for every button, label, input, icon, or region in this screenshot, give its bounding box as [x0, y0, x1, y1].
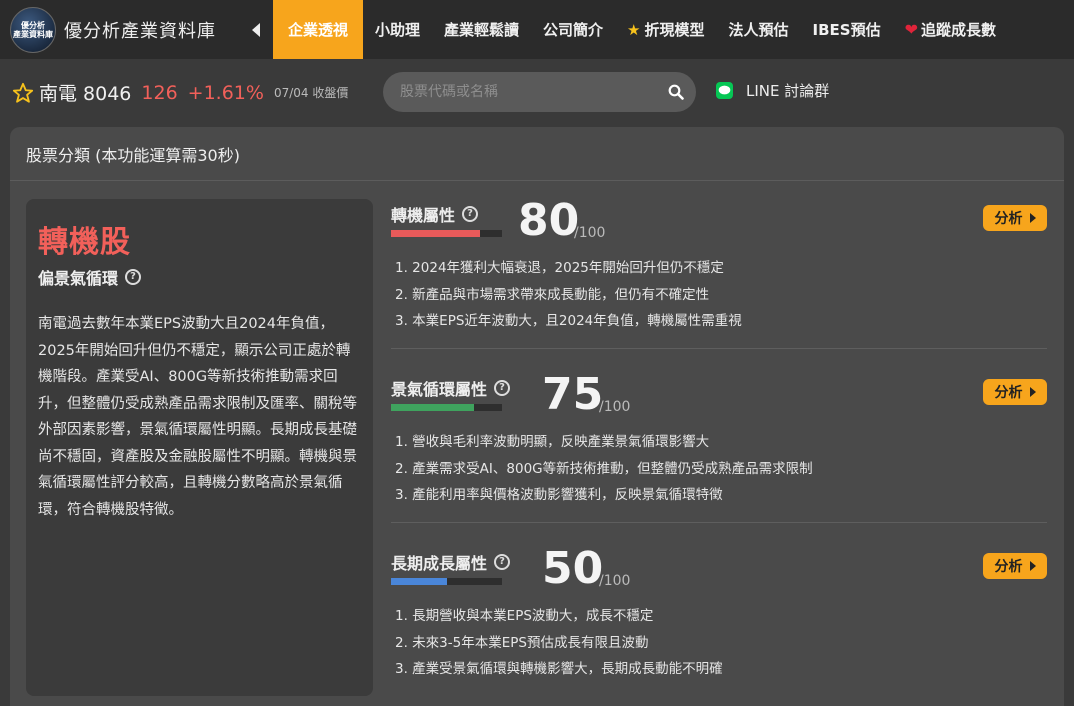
tab-dcf-model[interactable]: ★ 折現模型 — [615, 0, 716, 59]
list-item: 1. 長期營收與本業EPS波動大，成長不穩定 — [395, 608, 654, 624]
tab-label: IBES預估 — [812, 21, 881, 39]
metric-long-term-growth: 長期成長屬性? 50 /100 分析 1. 長期營收與本業EPS波動大，成長不穩… — [391, 547, 1047, 683]
star-icon: ★ — [627, 20, 641, 39]
help-icon[interactable]: ? — [494, 380, 511, 396]
tab-institutional-forecast[interactable]: 法人預估 — [717, 0, 801, 59]
panel-title: 股票分類 (本功能運算需30秒) — [10, 127, 1064, 181]
stock-header: 南電 8046 126 +1.61% 07/04 收盤價 LINE 討論群 — [0, 59, 1074, 126]
help-icon[interactable]: ? — [462, 206, 479, 222]
search-box — [383, 72, 696, 112]
analyze-label: 分析 — [994, 385, 1023, 401]
brand-name[interactable]: 優分析產業資料庫 — [64, 17, 216, 43]
stock-price: 126 — [141, 81, 178, 104]
list-item: 1. 2024年獲利大幅衰退，2025年開始回升但仍不穩定 — [395, 260, 724, 276]
tab-label: 企業透視 — [287, 21, 348, 39]
analyze-button[interactable]: 分析 — [983, 553, 1047, 579]
metric-max: /100 — [599, 399, 631, 415]
stock-classification-panel: 股票分類 (本功能運算需30秒) 轉機股 偏景氣循環 ? 南電過去數年本業EPS… — [10, 127, 1064, 706]
metric-points: 1. 營收與毛利率波動明顯，反映產業景氣循環影響大 2. 產業需求受AI、800… — [391, 429, 1047, 509]
score-bar — [391, 404, 502, 411]
subcategory-label: 偏景氣循環 ? — [38, 265, 361, 289]
score-bar-fill — [391, 578, 447, 585]
line-icon — [716, 82, 733, 99]
metric-title-text: 長期成長屬性 — [391, 554, 488, 573]
list-item: 1. 營收與毛利率波動明顯，反映產業景氣循環影響大 — [395, 434, 710, 450]
search-input[interactable] — [383, 84, 656, 100]
metric-title-text: 景氣循環屬性 — [391, 380, 488, 399]
metric-score: 50 — [542, 543, 604, 594]
list-item: 3. 產能利用率與價格波動影響獲利，反映景氣循環特徵 — [395, 487, 723, 503]
metric-points: 1. 長期營收與本業EPS波動大，成長不穩定 2. 未來3-5年本業EPS預估成… — [391, 603, 1047, 683]
analyze-label: 分析 — [994, 211, 1023, 227]
subcategory-text: 偏景氣循環 — [38, 269, 119, 288]
metric-title-text: 轉機屬性 — [391, 206, 456, 225]
search-icon[interactable] — [656, 72, 696, 112]
brand-logo[interactable]: 優分析 產業資料庫 — [10, 6, 56, 53]
play-icon — [1029, 387, 1036, 397]
tab-label: 法人預估 — [728, 21, 789, 39]
line-group-label: LINE 討論群 — [746, 82, 830, 100]
metric-cyclical: 景氣循環屬性? 75 /100 分析 1. 營收與毛利率波動明顯，反映產業景氣循… — [391, 373, 1047, 509]
metric-score: 80 — [518, 195, 580, 246]
metric-score: 75 — [542, 369, 604, 420]
close-date-label: 07/04 收盤價 — [273, 86, 349, 100]
play-icon — [1029, 561, 1036, 571]
category-title: 轉機股 — [38, 225, 131, 260]
analyze-button[interactable]: 分析 — [983, 205, 1047, 231]
list-item: 3. 產業受景氣循環與轉機影響大，長期成長動能不明確 — [395, 661, 723, 677]
line-group-link[interactable]: LINE 討論群 — [716, 80, 829, 101]
score-bar-fill — [391, 230, 480, 237]
tab-label: 折現模型 — [644, 21, 705, 39]
metric-turnaround: 轉機屬性? 80 /100 分析 1. 2024年獲利大幅衰退，2025年開始回… — [391, 199, 1047, 335]
tab-growth-tracking[interactable]: ❤ 追蹤成長數 — [893, 0, 1008, 59]
metric-title: 景氣循環屬性? — [391, 376, 511, 400]
analyze-button[interactable]: 分析 — [983, 379, 1047, 405]
stock-change: +1.61% — [187, 81, 264, 104]
metric-title: 轉機屬性? — [391, 202, 479, 226]
tab-ibes-forecast[interactable]: IBES預估 — [801, 0, 893, 59]
play-icon — [1029, 213, 1036, 223]
tab-assistant[interactable]: 小助理 — [363, 0, 432, 59]
tab-label: 產業輕鬆讀 — [444, 21, 520, 39]
tab-label: 公司簡介 — [543, 21, 604, 39]
metric-max: /100 — [574, 225, 606, 241]
metric-title: 長期成長屬性? — [391, 550, 511, 574]
top-nav: 優分析 產業資料庫 優分析產業資料庫 企業透視 小助理 產業輕鬆讀 公司簡介 ★… — [0, 0, 1074, 59]
list-item: 2. 產業需求受AI、800G等新技術推動，但整體仍受成熟產品需求限制 — [395, 460, 813, 477]
summary-description: 南電過去數年本業EPS波動大且2024年負值，2025年開始回升但仍不穩定，顯示… — [38, 316, 357, 518]
metric-points: 1. 2024年獲利大幅衰退，2025年開始回升但仍不穩定 2. 新產品與市場需… — [391, 255, 1047, 335]
favorite-star-icon[interactable] — [11, 81, 35, 105]
list-item: 3. 本業EPS近年波動大，且2024年負值，轉機屬性需重視 — [395, 313, 742, 329]
tab-company-profile[interactable]: 公司簡介 — [531, 0, 615, 59]
score-bar — [391, 578, 502, 585]
help-icon[interactable]: ? — [494, 554, 511, 570]
tab-industry-read[interactable]: 產業輕鬆讀 — [432, 0, 531, 59]
list-item: 2. 未來3-5年本業EPS預估成長有限且波動 — [395, 634, 649, 651]
help-icon[interactable]: ? — [125, 269, 142, 285]
collapse-arrow-icon[interactable] — [242, 0, 270, 59]
divider — [391, 348, 1047, 349]
stock-name: 南電 8046 — [39, 83, 132, 105]
divider — [391, 522, 1047, 523]
score-bar — [391, 230, 502, 237]
tab-enterprise-insight[interactable]: 企業透視 — [273, 0, 363, 59]
heart-icon: ❤ — [904, 20, 919, 39]
logo-text: 優分析 產業資料庫 — [13, 20, 53, 39]
list-item: 2. 新產品與市場需求帶來成長動能，但仍有不確定性 — [395, 286, 710, 303]
tab-label: 追蹤成長數 — [921, 21, 997, 39]
classification-summary: 轉機股 偏景氣循環 ? 南電過去數年本業EPS波動大且2024年負值，2025年… — [26, 199, 373, 696]
tab-label: 小助理 — [375, 21, 421, 39]
analyze-label: 分析 — [994, 559, 1023, 575]
metric-max: /100 — [599, 573, 631, 589]
score-bar-fill — [391, 404, 475, 411]
